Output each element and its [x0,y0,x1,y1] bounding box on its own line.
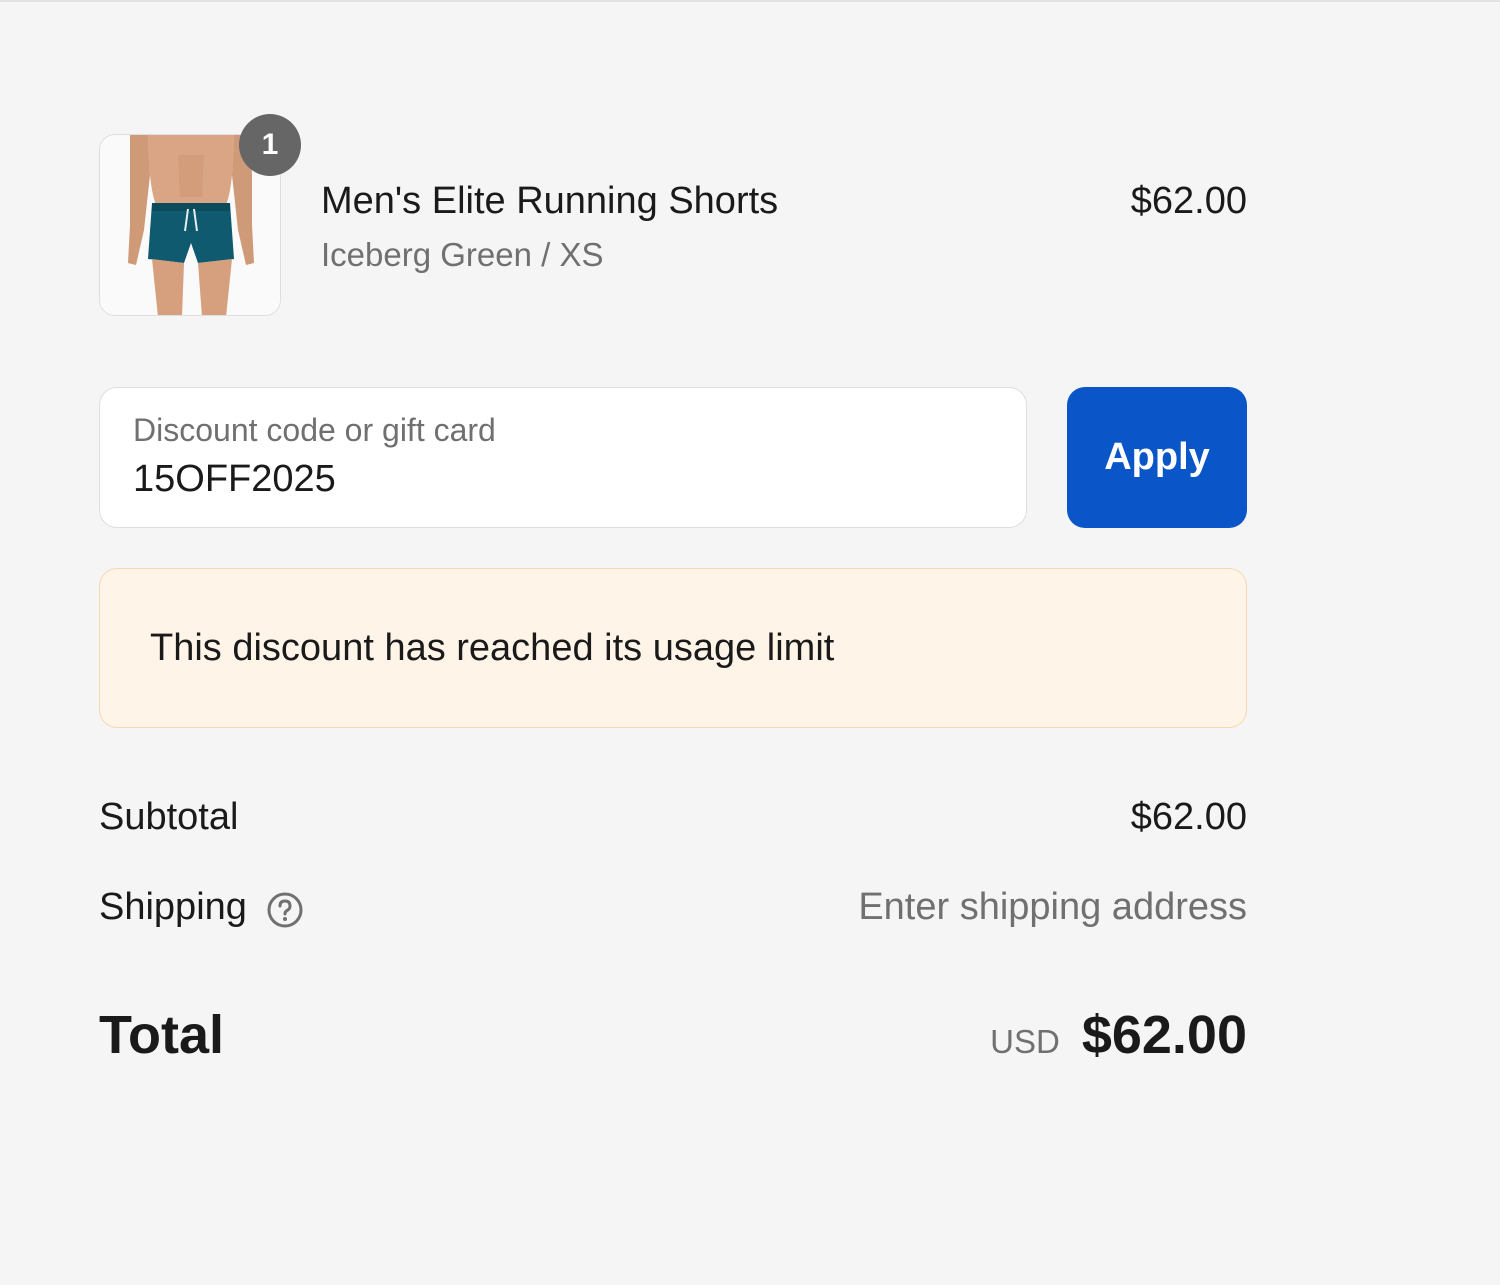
shipping-label: Shipping [99,886,247,928]
product-variant: Iceberg Green / XS [321,236,604,273]
discount-field-label: Discount code or gift card [133,412,496,448]
checkout-order-summary-page: 1 Men's Elite Running Shorts Iceberg Gre… [0,0,1500,1285]
product-thumbnail-wrapper: 1 [99,114,301,316]
discount-field[interactable]: Discount code or gift card [99,387,1027,528]
total-value: $62.00 [1081,1005,1247,1065]
subtotal-row: Subtotal $62.00 [99,796,1247,846]
shipping-value: Enter shipping address [858,886,1247,928]
total-row: Total USD $62.00 [99,1004,1247,1074]
total-amount: USD $62.00 [990,1004,1247,1066]
quantity-badge: 1 [239,114,301,176]
product-price: $62.00 [1130,180,1247,222]
discount-code-input[interactable] [133,458,993,501]
subtotal-value: $62.00 [1130,796,1247,838]
subtotal-label: Subtotal [99,796,239,838]
discount-row: Discount code or gift card Apply [99,387,1247,528]
product-title: Men's Elite Running Shorts [321,180,779,222]
currency-code: USD [990,1023,1060,1060]
discount-warning-message: This discount has reached its usage limi… [150,627,835,669]
apply-button[interactable]: Apply [1067,387,1247,528]
shipping-row: Shipping Enter shipping address [99,886,1247,936]
line-item: 1 Men's Elite Running Shorts Iceberg Gre… [99,114,1247,318]
discount-warning-banner: This discount has reached its usage limi… [99,568,1247,728]
question-circle-icon[interactable] [266,891,304,929]
total-label: Total [99,1005,224,1065]
